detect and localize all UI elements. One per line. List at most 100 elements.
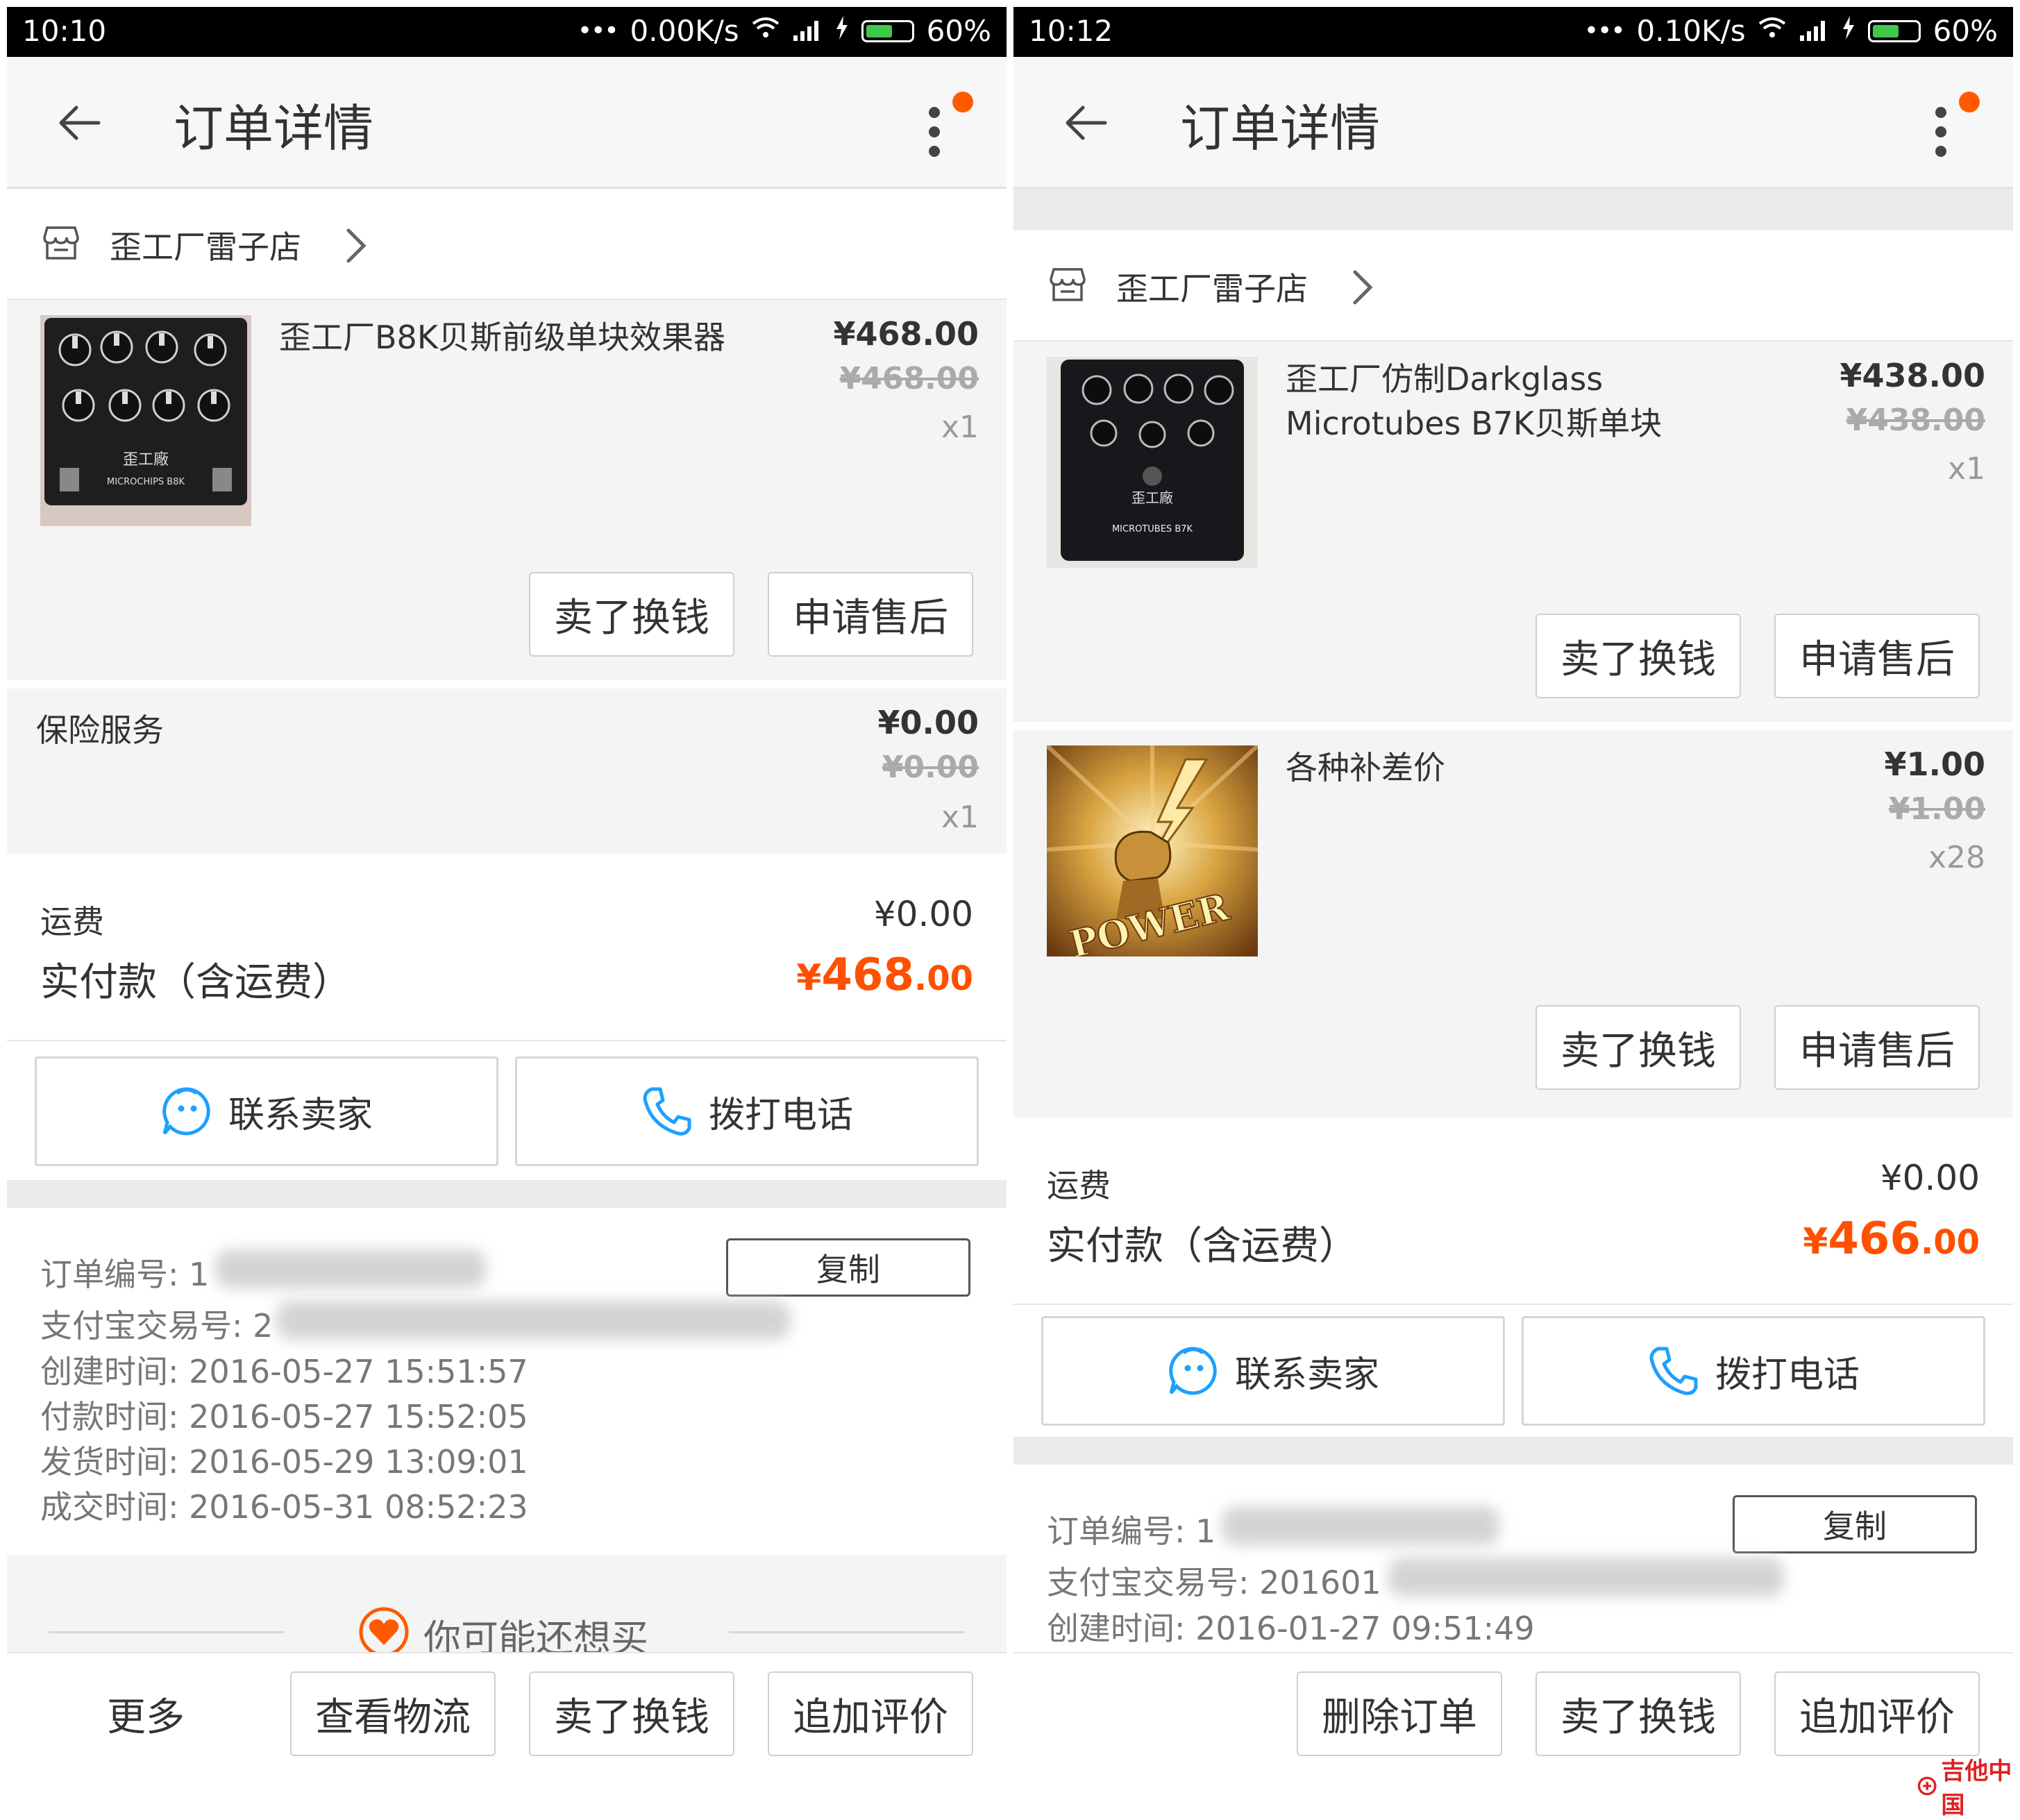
back-arrow-icon[interactable] xyxy=(56,99,104,147)
add-review-button[interactable]: 追加评价 xyxy=(768,1671,973,1756)
shop-name: 歪工厂雷子店 xyxy=(110,228,301,266)
product-title[interactable]: 歪工厂仿制Darkglass Microtubes B7K贝斯单块 xyxy=(1286,357,1771,446)
page-title: 订单详情 xyxy=(1180,99,1381,158)
status-bar: 10:12 ••• 0.10K/s 60% xyxy=(1013,7,2013,57)
notification-dots: ••• xyxy=(1583,17,1626,45)
heart-icon xyxy=(359,1607,409,1652)
thumbnail-script-text: 歪工廠 xyxy=(1131,489,1173,506)
completed-time: 成交时间: 2016-05-31 08:52:23 xyxy=(40,1488,528,1526)
payment-summary: 运费 ¥0.00 实付款（含运费） ¥466.00 xyxy=(1013,1118,2013,1305)
contact-seller-label: 联系卖家 xyxy=(1234,1354,1379,1396)
product-thumbnail[interactable]: 歪工廠 MICROCHIPS B8K xyxy=(40,315,251,526)
order-detail-screen-right: 10:12 ••• 0.10K/s 60% 订单详情 歪工厂雷子店 歪工廠 MI… xyxy=(1013,0,2013,1791)
after-sale-button[interactable]: 申请售后 xyxy=(1774,614,1980,698)
watermark-text: 吉他中国 xyxy=(1941,1758,2012,1819)
sell-button[interactable]: 卖了换钱 xyxy=(1535,614,1741,698)
delete-order-button[interactable]: 删除订单 xyxy=(1297,1671,1502,1756)
notification-dots: ••• xyxy=(577,17,619,45)
order-number-redacted xyxy=(1222,1506,1499,1545)
alipay-number: 支付宝交易号: 201601 xyxy=(1047,1564,1381,1601)
call-button[interactable]: 拨打电话 xyxy=(515,1056,979,1166)
copy-button[interactable]: 复制 xyxy=(726,1238,970,1297)
shipping-fee-label: 运费 xyxy=(40,903,104,941)
battery-icon xyxy=(1867,19,1921,42)
sell-button[interactable]: 卖了换钱 xyxy=(1535,1005,1741,1090)
status-time: 10:12 xyxy=(1029,14,1113,48)
product-original-price: ¥1.00 xyxy=(1888,791,1985,827)
shop-row[interactable]: 歪工厂雷子店 xyxy=(7,189,1007,300)
after-sale-button[interactable]: 申请售后 xyxy=(768,572,973,657)
contact-section: 联系卖家 拨打电话 xyxy=(7,1041,1007,1180)
bottom-action-bar: 更多 查看物流 卖了换钱 追加评价 xyxy=(7,1652,1007,1791)
insurance-label: 保险服务 xyxy=(36,711,164,749)
network-speed: 0.10K/s xyxy=(1636,14,1746,48)
more-actions-button[interactable]: 更多 xyxy=(42,1671,250,1756)
status-bar: 10:10 ••• 0.00K/s 60% xyxy=(7,7,1007,57)
battery-icon xyxy=(861,19,914,42)
phone-icon xyxy=(643,1087,691,1136)
after-sale-button[interactable]: 申请售后 xyxy=(1774,1005,1980,1090)
status-time: 10:10 xyxy=(22,14,107,48)
shipping-fee-value: ¥0.00 xyxy=(873,894,973,934)
order-number-redacted xyxy=(215,1249,486,1288)
signal-icon xyxy=(1799,14,1829,48)
sell-button-bottom[interactable]: 卖了换钱 xyxy=(1535,1671,1741,1756)
shipped-time: 发货时间: 2016-05-29 13:09:01 xyxy=(40,1443,528,1481)
product-price: ¥1.00 xyxy=(1884,745,1985,783)
insurance-quantity: x1 xyxy=(941,800,979,835)
product-quantity: x1 xyxy=(1947,451,1985,487)
shop-name: 歪工厂雷子店 xyxy=(1116,270,1308,307)
notification-badge xyxy=(1959,92,1980,112)
call-button[interactable]: 拨打电话 xyxy=(1522,1316,1985,1426)
bottom-action-bar: 删除订单 卖了换钱 追加评价 xyxy=(1013,1652,2013,1791)
payment-summary: 运费 ¥0.00 实付款（含运费） ¥468.00 xyxy=(7,854,1007,1041)
insurance-service-row: 保险服务 ¥0.00 ¥0.00 x1 xyxy=(7,689,1007,854)
product-title[interactable]: 歪工厂B8K贝斯前级单块效果器 xyxy=(279,315,765,360)
order-item: 歪工廠 MICROCHIPS B8K 歪工厂B8K贝斯前级单块效果器 ¥468.… xyxy=(7,300,1007,680)
shop-row[interactable]: 歪工厂雷子店 xyxy=(1013,230,2013,342)
shipping-fee-value: ¥0.00 xyxy=(1880,1158,1980,1198)
view-logistics-button[interactable]: 查看物流 xyxy=(290,1671,496,1756)
call-label: 拨打电话 xyxy=(1715,1354,1860,1396)
product-thumbnail[interactable]: 歪工廠 MICROTUBES B7K xyxy=(1047,357,1258,568)
store-icon xyxy=(1050,268,1086,301)
total-paid-value: ¥468.00 xyxy=(796,950,973,1001)
notification-badge xyxy=(952,92,973,112)
shipping-fee-label: 运费 xyxy=(1047,1167,1111,1204)
order-number: 订单编号: 1 xyxy=(40,1256,210,1293)
created-time: 创建时间: 2016-05-27 15:51:57 xyxy=(40,1353,528,1390)
product-original-price: ¥468.00 xyxy=(839,361,979,396)
created-time: 创建时间: 2016-01-27 09:51:49 xyxy=(1047,1610,1535,1647)
back-arrow-icon[interactable] xyxy=(1062,99,1111,147)
network-speed: 0.00K/s xyxy=(630,14,739,48)
thumbnail-label: MICROTUBES B7K xyxy=(1112,524,1193,534)
sell-button[interactable]: 卖了换钱 xyxy=(529,572,734,657)
thumbnail-label: MICROCHIPS B8K xyxy=(107,477,185,487)
order-item: 歪工廠 MICROTUBES B7K 歪工厂仿制Darkglass Microt… xyxy=(1013,342,2013,722)
product-thumbnail[interactable]: POWER xyxy=(1047,745,1258,957)
copy-button[interactable]: 复制 xyxy=(1733,1495,1977,1553)
order-number: 订单编号: 1 xyxy=(1047,1513,1216,1550)
more-menu-icon[interactable] xyxy=(1935,92,1980,161)
order-info-section: 订单编号: 1 复制 支付宝交易号: 2 创建时间: 2016-05-27 15… xyxy=(7,1208,1007,1555)
battery-percent: 60% xyxy=(1933,14,1998,48)
alipay-number-redacted xyxy=(1388,1558,1784,1596)
more-menu-icon[interactable] xyxy=(929,92,973,161)
charging-icon xyxy=(1842,16,1855,46)
product-title[interactable]: 各种补差价 xyxy=(1286,745,1771,790)
alipay-number-redacted xyxy=(276,1301,790,1340)
signal-icon xyxy=(792,14,823,48)
store-icon xyxy=(43,226,79,260)
add-review-button[interactable]: 追加评价 xyxy=(1774,1671,1980,1756)
contact-seller-button[interactable]: 联系卖家 xyxy=(1041,1316,1505,1426)
recommend-title: 你可能还想买 xyxy=(423,1617,648,1652)
insurance-price: ¥0.00 xyxy=(877,704,979,741)
total-paid-label: 实付款（含运费） xyxy=(1047,1224,1358,1269)
product-quantity: x28 xyxy=(1928,840,1985,875)
alipay-number: 支付宝交易号: 2 xyxy=(40,1307,273,1345)
page-title: 订单详情 xyxy=(174,99,374,158)
paid-time: 付款时间: 2016-05-27 15:52:05 xyxy=(40,1398,528,1435)
sell-button-bottom[interactable]: 卖了换钱 xyxy=(529,1671,734,1756)
phone-icon xyxy=(1649,1347,1698,1395)
contact-seller-button[interactable]: 联系卖家 xyxy=(35,1056,498,1166)
